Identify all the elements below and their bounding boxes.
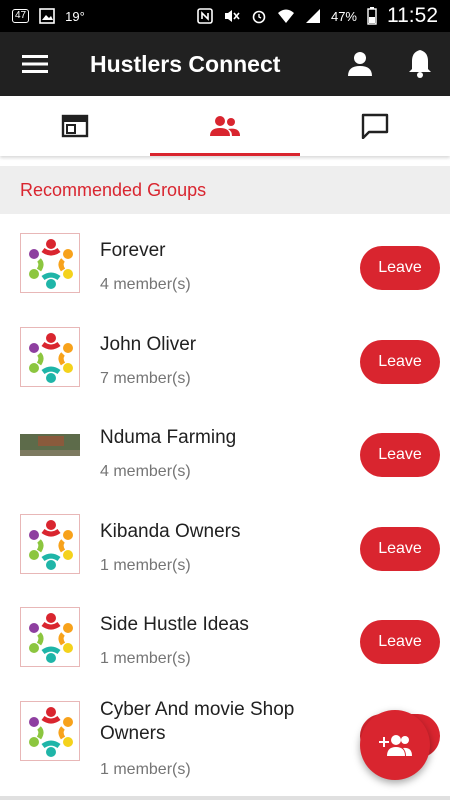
battery-percent: 47% [330,8,357,24]
status-bar: 47 19° 47% 11:52 [0,0,450,32]
feed-icon [61,114,89,138]
group-logo [20,700,80,761]
clock: 11:52 [387,4,438,27]
group-icon [210,116,240,136]
alarm-icon [252,10,266,24]
tab-groups[interactable] [150,96,300,156]
gallery-icon [39,8,55,24]
nfc-icon [197,8,213,24]
profile-icon[interactable] [345,49,375,79]
group-logo [20,326,80,387]
notifications-bell-icon[interactable] [405,47,435,79]
group-name: Kibanda Owners [100,520,241,542]
list-item[interactable]: Forever 4 member(s) Leave [0,214,450,308]
chat-icon [361,113,389,139]
tab-bar [0,96,450,156]
wifi-icon [277,9,294,23]
app-title: Hustlers Connect [90,51,281,77]
member-count: 4 member(s) [100,276,191,293]
leave-button[interactable]: Leave [360,433,440,477]
group-name: Nduma Farming [100,427,237,448]
member-count: 1 member(s) [100,650,191,667]
create-group-fab[interactable] [360,710,430,780]
farm-photo [20,420,80,480]
leave-button[interactable]: Leave [360,526,440,571]
add-group-icon [379,735,412,756]
signal-icon [305,9,320,23]
leave-button[interactable]: Leave [360,620,440,664]
leave-button[interactable]: Leave [360,246,440,290]
tab-feed[interactable] [0,96,150,156]
app-bar: Hustlers Connect [0,32,450,96]
list-item[interactable]: Nduma Farming 4 member(s) Leave [0,401,450,495]
tab-chat[interactable] [300,96,450,156]
member-count: 1 member(s) [100,760,191,778]
battery-icon [367,7,377,25]
list-item[interactable]: John Oliver 7 member(s) Leave [0,308,450,402]
list-divider [0,796,450,800]
notification-badge: 47 [12,9,30,23]
temperature: 19° [65,8,85,24]
list-item[interactable]: Side Hustle Ideas 1 member(s) Leave [0,588,450,682]
group-logo [20,513,80,574]
leave-button[interactable]: Leave [360,339,440,384]
list-item[interactable]: Kibanda Owners 1 member(s) Leave [0,495,450,589]
group-name: Cyber And movie Shop Owners [100,698,295,744]
group-name: John Oliver [100,333,197,355]
group-logo [20,607,80,667]
section-title: Recommended Groups [0,166,450,214]
group-name: Side Hustle Ideas [100,614,249,635]
member-count: 7 member(s) [100,369,191,387]
group-name: Forever [100,240,166,261]
mute-icon [224,10,240,22]
menu-icon[interactable] [22,51,48,77]
group-logo [20,233,80,293]
member-count: 1 member(s) [100,556,191,574]
member-count: 4 member(s) [100,463,191,480]
